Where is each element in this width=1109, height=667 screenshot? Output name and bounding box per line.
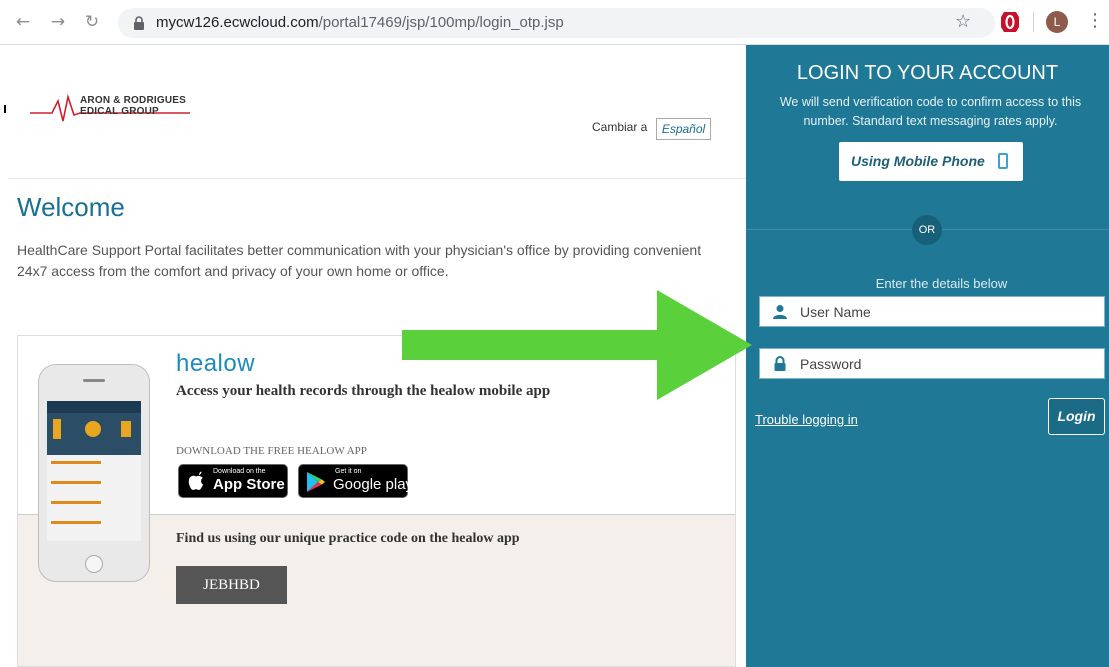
url-text: mycw126.ecwcloud.com/portal17469/jsp/100…: [156, 14, 564, 31]
login-panel: LOGIN TO YOUR ACCOUNT We will send verif…: [746, 45, 1109, 667]
logo-line-1: ARON & RODRIGUES: [80, 95, 186, 106]
lock-icon: [134, 16, 144, 30]
user-icon: [773, 305, 787, 319]
url-host: mycw126.ecwcloud.com: [156, 14, 319, 31]
app-store-small-text: Download on the: [213, 468, 266, 475]
mobile-phone-icon: [998, 153, 1008, 169]
healow-brand: healow: [176, 350, 256, 377]
google-play-icon: [307, 472, 325, 492]
download-label: DOWNLOAD THE FREE HEALOW APP: [176, 445, 367, 457]
page-title: Welcome: [17, 192, 125, 222]
menu-kebab-icon[interactable]: ⋮: [1086, 10, 1104, 32]
google-play-button[interactable]: Get it on Google play: [298, 464, 413, 498]
or-badge: OR: [912, 215, 942, 245]
phone-screen: [47, 401, 141, 541]
password-input[interactable]: [800, 349, 1090, 378]
browser-toolbar: ← → ↻ mycw126.ecwcloud.com/portal17469/j…: [0, 0, 1109, 45]
phone-image: [38, 364, 150, 582]
username-input[interactable]: [800, 297, 1090, 326]
annotation-arrow-icon: [402, 290, 752, 400]
mobile-phone-label: Using Mobile Phone: [851, 153, 985, 169]
bookmark-star-icon[interactable]: ☆: [955, 11, 971, 33]
address-bar[interactable]: mycw126.ecwcloud.com/portal17469/jsp/100…: [118, 8, 995, 38]
logo-line-2: EDICAL GROUP: [80, 106, 159, 117]
logo-text: ARON & RODRIGUES EDICAL GROUP: [80, 95, 186, 117]
language-button[interactable]: Español: [656, 118, 711, 140]
practice-code-label: Find us using our unique practice code o…: [176, 531, 520, 546]
forward-icon[interactable]: →: [47, 11, 69, 33]
padlock-icon: [774, 356, 786, 371]
google-play-small-text: Get it on: [335, 468, 362, 475]
phone-speaker: [83, 379, 105, 382]
header-divider: [8, 178, 746, 179]
login-button[interactable]: Login: [1048, 398, 1105, 435]
url-path: /portal17469/jsp/100mp/login_otp.jsp: [318, 14, 564, 31]
login-subtitle: We will send verification code to confir…: [779, 95, 1082, 128]
language-switch-label: Cambiar a: [592, 120, 648, 134]
password-field[interactable]: [759, 348, 1105, 379]
edge-marker: [4, 105, 6, 113]
apple-icon: [188, 471, 203, 490]
login-title: LOGIN TO YOUR ACCOUNT: [796, 62, 1059, 84]
practice-logo: ARON & RODRIGUES EDICAL GROUP: [30, 93, 200, 125]
page-description: HealthCare Support Portal facilitates be…: [17, 242, 702, 279]
toolbar-separator: [1033, 12, 1034, 32]
phone-home-button: [85, 555, 103, 573]
enter-details-label: Enter the details below: [875, 276, 1008, 291]
reload-icon[interactable]: ↻: [81, 11, 103, 33]
mobile-phone-button[interactable]: Using Mobile Phone: [839, 142, 1023, 181]
trouble-logging-in-link[interactable]: Trouble logging in: [755, 412, 858, 427]
app-store-button[interactable]: Download on the App Store: [178, 464, 288, 498]
practice-code-badge: JEBHBD: [176, 566, 287, 604]
opera-extension-icon[interactable]: [1001, 12, 1019, 32]
google-play-text: Google play: [333, 476, 414, 493]
username-field[interactable]: [759, 296, 1105, 327]
profile-avatar[interactable]: L: [1046, 11, 1068, 33]
app-store-text: App Store: [213, 476, 285, 493]
back-icon[interactable]: ←: [12, 11, 34, 33]
